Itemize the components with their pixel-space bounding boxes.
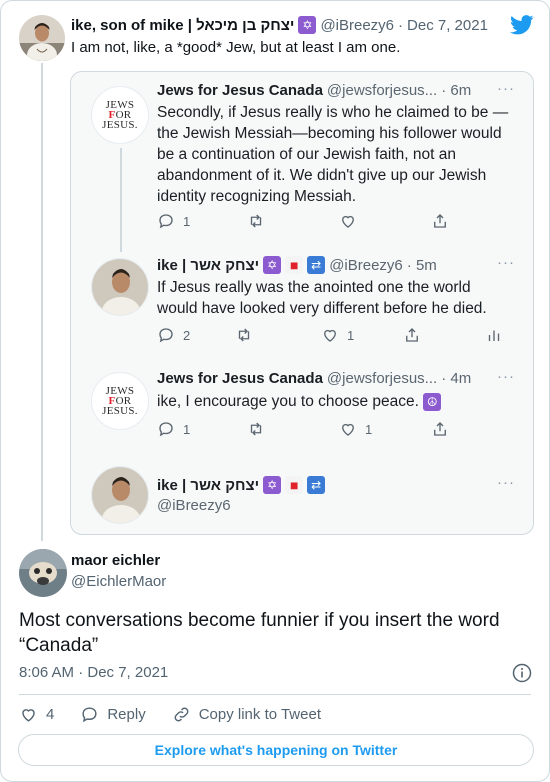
jfj-logo: JEWS FOR JESUS. bbox=[102, 99, 138, 131]
sub-tweet-header: Jews for Jesus Canada @jewsforjesus... ·… bbox=[157, 370, 471, 387]
main-tweet-text: Most conversations become funnier if you… bbox=[19, 610, 500, 656]
sub-thread-line bbox=[120, 148, 122, 252]
peace-sign-emoji-icon: ☮ bbox=[423, 393, 442, 411]
parent-avatar[interactable] bbox=[19, 15, 65, 61]
sub-author-handle: @iBreezy6 bbox=[329, 256, 403, 274]
retweet-icon bbox=[250, 214, 262, 228]
sub-tweet-header: ike | יצחק אשר ✡ ■ ⇄ bbox=[157, 476, 326, 494]
reply-label: Reply bbox=[107, 705, 146, 723]
siren-emoji-icon: ■ bbox=[285, 476, 304, 494]
retweet-icon bbox=[250, 422, 262, 436]
sub-actions: 1 1 bbox=[157, 420, 513, 440]
tweet-actions: 4 Reply Copy link to Tweet bbox=[19, 703, 347, 725]
sub-time: · 6m bbox=[441, 82, 472, 99]
sub-author-name: Jews for Jesus Canada bbox=[157, 82, 323, 99]
sub-tweet-header: ike | יצחק אשר ✡ ■ ⇄ @iBreezy6 · 5m bbox=[157, 256, 437, 274]
like-action bbox=[339, 212, 357, 230]
like-icon bbox=[342, 423, 354, 436]
retweet-action bbox=[235, 326, 253, 344]
like-icon bbox=[324, 329, 336, 342]
like-icon bbox=[22, 708, 35, 722]
reply-icon bbox=[82, 706, 97, 722]
main-author-handle[interactable]: @EichlerMaor bbox=[71, 573, 166, 590]
main-timestamp[interactable]: 8:06 AM · Dec 7, 2021 bbox=[19, 664, 168, 681]
jfj-logo: JEWS FOR JESUS. bbox=[102, 385, 138, 417]
link-icon bbox=[174, 707, 189, 721]
more-icon: ··· bbox=[497, 474, 515, 491]
retweet-action bbox=[247, 420, 265, 438]
analytics-icon bbox=[488, 330, 500, 341]
like-count: 4 bbox=[46, 705, 55, 723]
sub-author-handle: @jewsforjesus... bbox=[326, 82, 438, 99]
repeat-emoji-icon: ⇄ bbox=[307, 476, 326, 494]
retweet-icon bbox=[238, 328, 250, 342]
explore-button[interactable]: Explore what's happening on Twitter bbox=[18, 734, 534, 766]
more-icon: ··· bbox=[497, 80, 515, 97]
sub-author-handle: @iBreezy6 bbox=[157, 497, 231, 514]
sub-author-name: Jews for Jesus Canada bbox=[157, 370, 323, 387]
reply-button[interactable]: Reply bbox=[80, 705, 146, 724]
like-action: 1 bbox=[321, 326, 354, 344]
parent-tweet-text: I am not, like, a *good* Jew, but at lea… bbox=[71, 39, 401, 56]
copy-link-button[interactable]: Copy link to Tweet bbox=[172, 705, 321, 724]
reply-action: 1 bbox=[157, 420, 190, 438]
separator-dot: · bbox=[398, 16, 404, 34]
sub-actions: 2 1 bbox=[157, 326, 513, 346]
parent-author-handle[interactable]: @iBreezy6 bbox=[320, 17, 394, 34]
divider bbox=[19, 694, 531, 695]
sub-author-name: ike | יצחק אשר bbox=[157, 476, 260, 494]
share-action bbox=[431, 420, 449, 438]
siren-emoji-icon: ■ bbox=[285, 256, 304, 274]
sub-time: · 5m bbox=[406, 256, 437, 274]
share-icon bbox=[434, 422, 446, 436]
share-icon bbox=[406, 328, 418, 342]
sub-handle-row: @iBreezy6 bbox=[157, 497, 231, 514]
like-icon bbox=[342, 215, 354, 228]
jfj-avatar: JEWS FOR JESUS. bbox=[91, 372, 149, 430]
main-author-name[interactable]: maor eichler bbox=[71, 552, 160, 569]
sub-tweet-text: If Jesus really was the anointed one the… bbox=[157, 279, 487, 317]
parent-date[interactable]: Dec 7, 2021 bbox=[407, 17, 488, 34]
jfj-avatar: JEWS FOR JESUS. bbox=[91, 86, 149, 144]
copy-link-label: Copy link to Tweet bbox=[198, 705, 321, 723]
screenshot-image[interactable]: JEWS FOR JESUS. Jews for Jesus Canada @j… bbox=[70, 71, 534, 535]
share-action bbox=[403, 326, 421, 344]
reply-icon bbox=[159, 422, 173, 437]
like-button[interactable]: 4 bbox=[19, 705, 54, 724]
info-icon[interactable] bbox=[512, 663, 532, 683]
share-action bbox=[431, 212, 449, 230]
reply-icon bbox=[159, 214, 173, 229]
main-avatar[interactable] bbox=[19, 549, 67, 597]
ike-avatar bbox=[91, 258, 149, 316]
twitter-logo-icon[interactable] bbox=[510, 15, 534, 35]
sub-author-handle: @jewsforjesus... bbox=[326, 370, 438, 387]
sub-author-name: ike | יצחק אשר bbox=[157, 256, 260, 274]
more-icon: ··· bbox=[497, 254, 515, 271]
sub-tweet-header: Jews for Jesus Canada @jewsforjesus... ·… bbox=[157, 82, 471, 99]
sub-actions: 1 bbox=[157, 212, 513, 232]
repeat-emoji-icon: ⇄ bbox=[307, 256, 326, 274]
embedded-tweet-card: ike, son of mike | יצחק בן מיכאל ✡ @iBre… bbox=[0, 0, 550, 782]
sub-tweet-text: ike, I encourage you to choose peace. ☮ bbox=[157, 391, 513, 412]
share-icon bbox=[434, 214, 446, 228]
thread-connector bbox=[41, 63, 43, 541]
sub-time: · 4m bbox=[441, 370, 472, 387]
reply-action: 1 bbox=[157, 212, 190, 230]
reply-icon bbox=[159, 328, 173, 343]
star-of-david-emoji-icon: ✡ bbox=[263, 476, 282, 494]
reply-action: 2 bbox=[157, 326, 190, 344]
like-action: 1 bbox=[339, 420, 372, 438]
parent-header: ike, son of mike | יצחק בן מיכאל ✡ @iBre… bbox=[71, 16, 488, 34]
retweet-action bbox=[247, 212, 265, 230]
sub-tweet-text: Secondly, if Jesus really is who he clai… bbox=[157, 104, 509, 205]
more-icon: ··· bbox=[497, 368, 515, 385]
parent-author-name[interactable]: ike, son of mike | יצחק בן מיכאל bbox=[71, 17, 294, 34]
ike-avatar bbox=[91, 466, 149, 524]
star-of-david-emoji-icon: ✡ bbox=[298, 16, 317, 34]
star-of-david-emoji-icon: ✡ bbox=[263, 256, 282, 274]
analytics-action bbox=[485, 326, 503, 344]
